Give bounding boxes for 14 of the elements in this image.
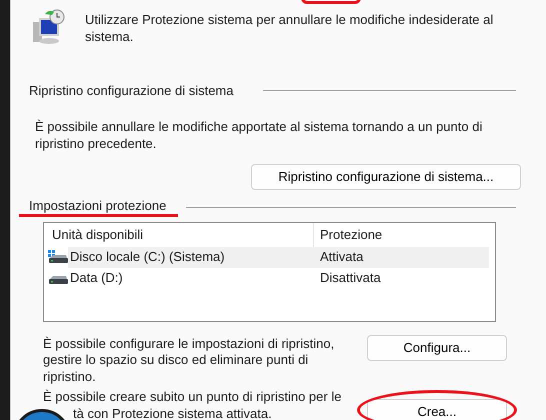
drive-row[interactable]: Disco locale (C:) (Sistema) Attivata [68, 246, 489, 268]
intro-text: Utilizzare Protezione sistema per annullare le modifiche indesiderate al sistema. [85, 11, 494, 45]
column-header[interactable]: Protezione [314, 224, 382, 244]
create-button[interactable]: Crea... [367, 399, 507, 420]
drive-row[interactable]: Data (D:) Disattivata [68, 268, 489, 288]
configure-description: È possibile configurare le impostazioni di ripristino, gestire lo spazio su disco ed eliminare punti di ripristino. [43, 336, 336, 385]
section-title: Impostazioni protezione [19, 198, 178, 216]
create-description: È possibile creare subito un punto di ripristino per le [43, 389, 342, 406]
restore-description: È possibile annullare le modifiche apportate al sistema tornando a un punto di ripristino precedente. [34, 118, 484, 152]
section-title: Ripristino configurazione di sistema [29, 82, 234, 100]
configure-button[interactable]: Configura... [367, 334, 507, 360]
system-restore-icon [31, 8, 67, 46]
create-description: tà con Protezione sistema attivata. [72, 406, 273, 420]
system-restore-button[interactable]: Ripristino configurazione di sistema... [251, 164, 521, 190]
